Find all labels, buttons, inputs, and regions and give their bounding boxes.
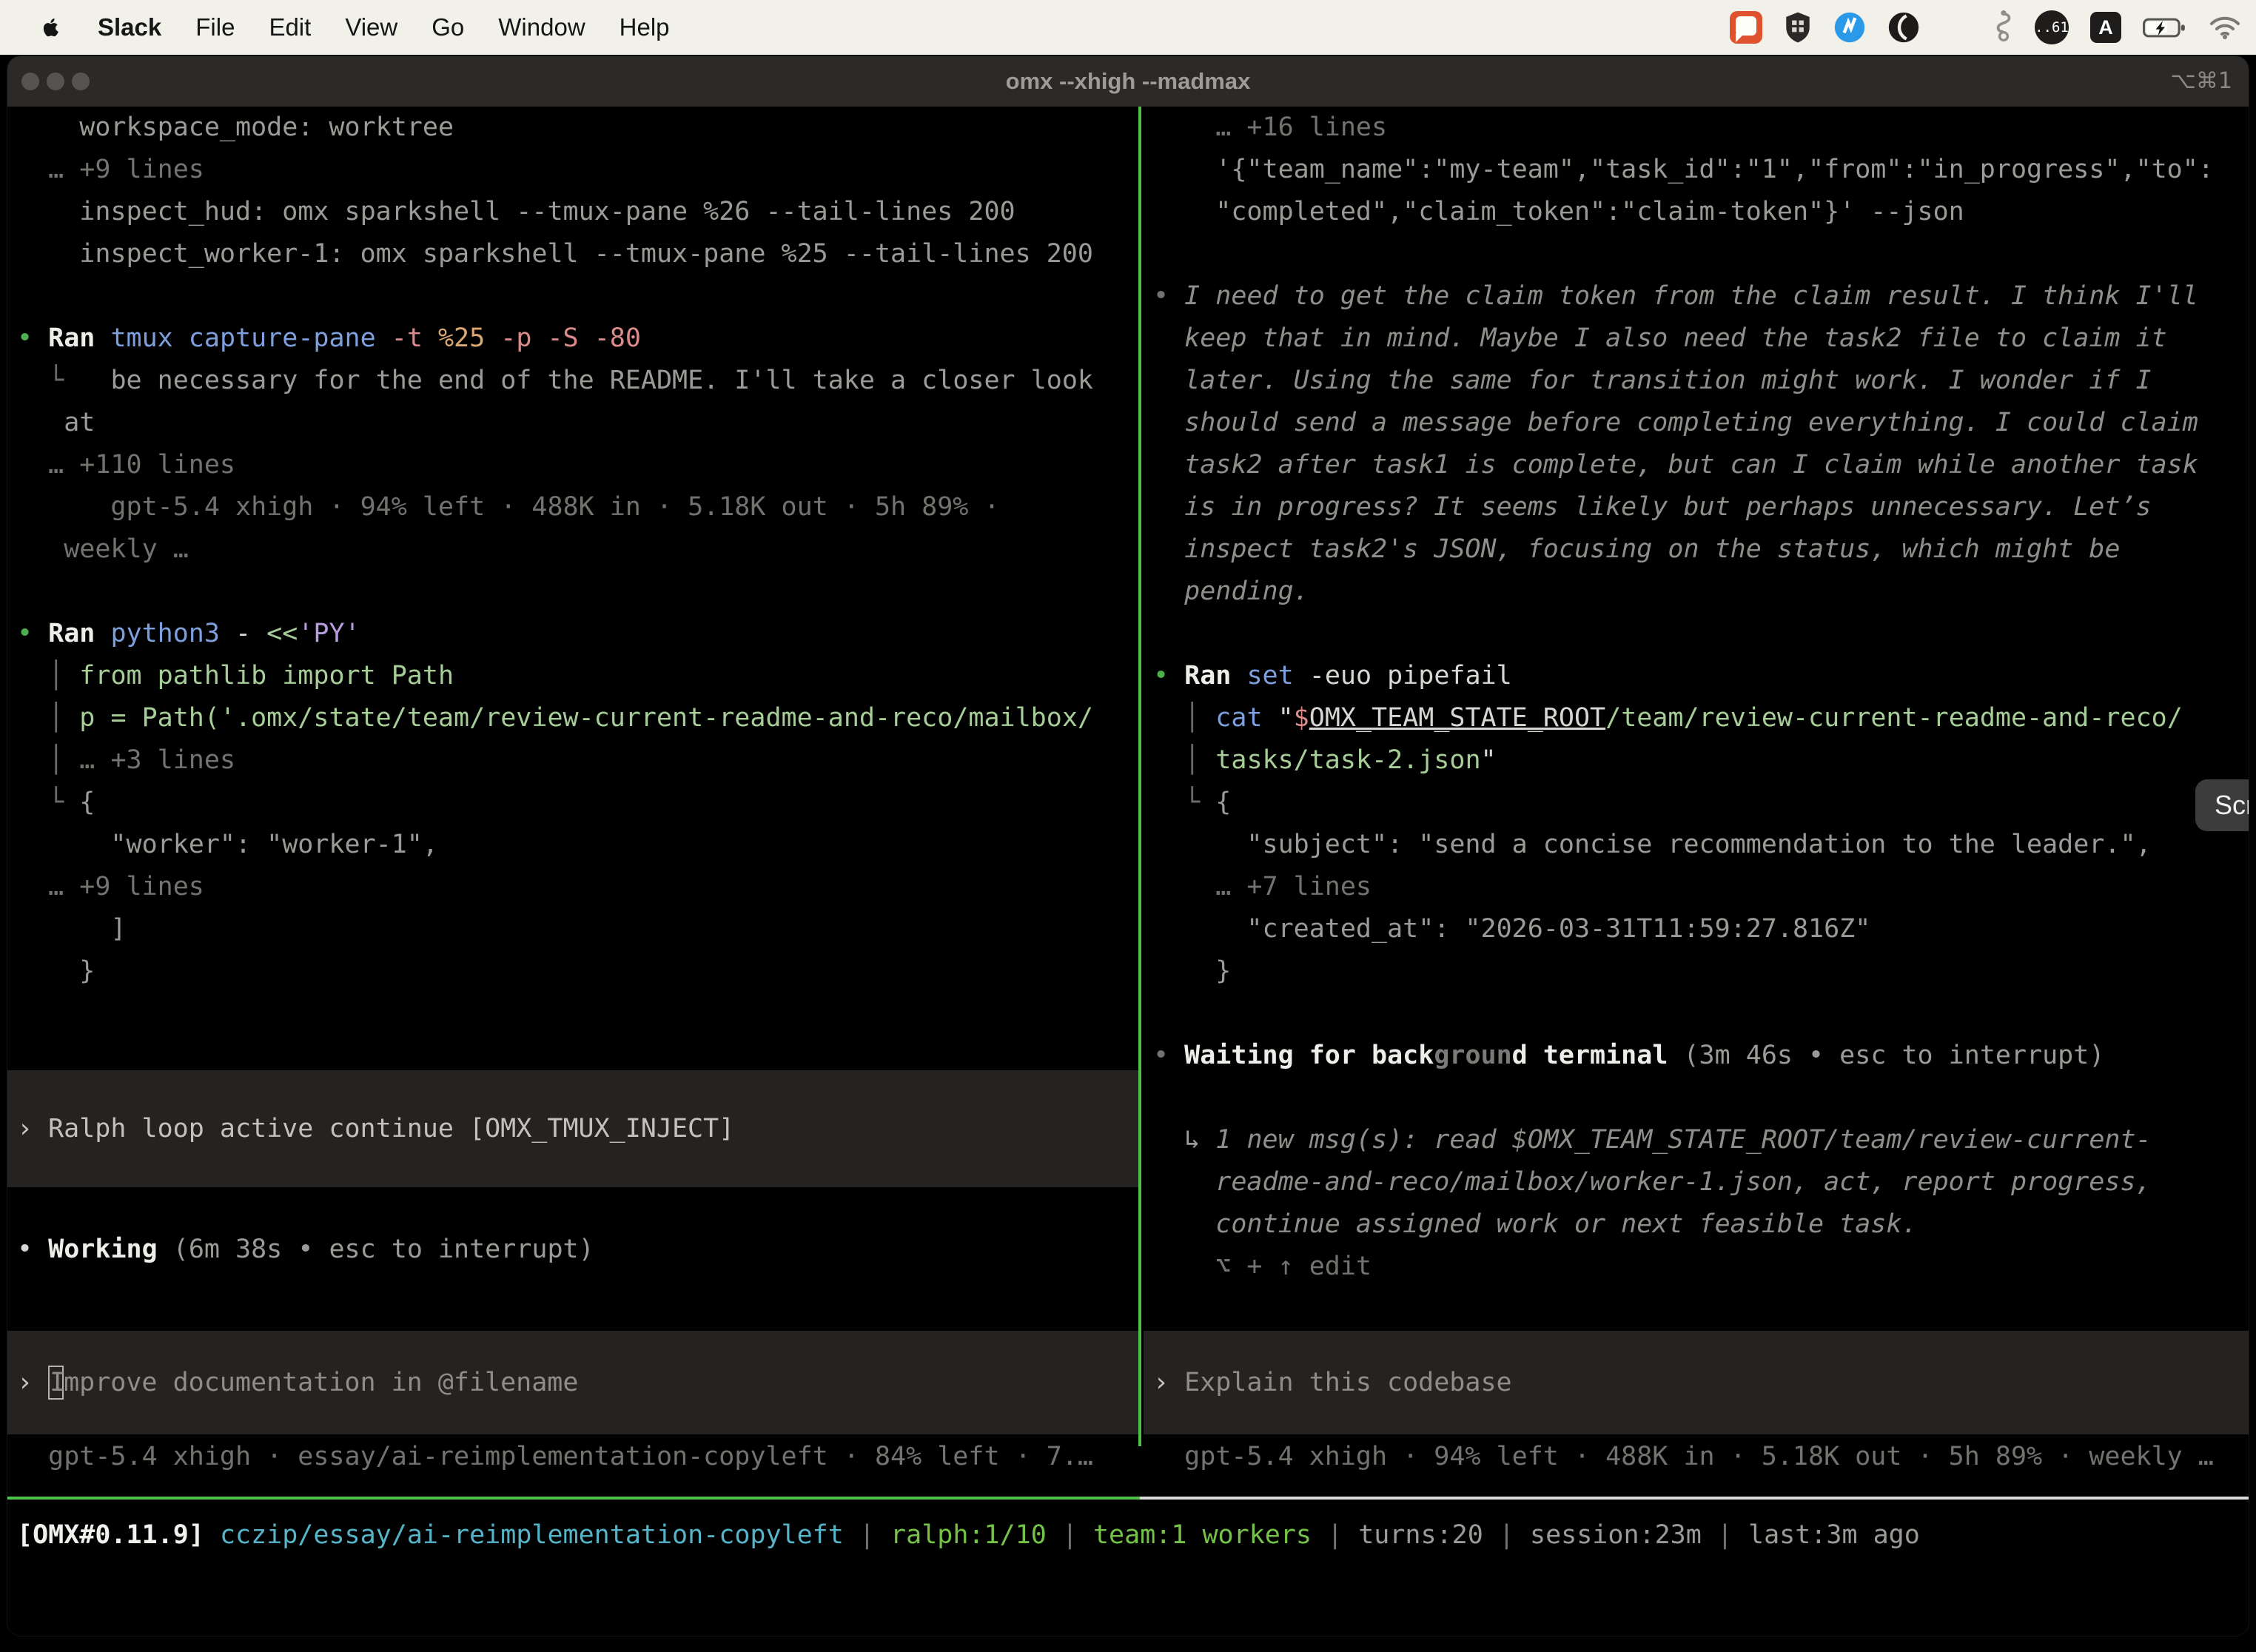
terminal-row: inspect_worker-1: omx sparkshell --tmux-… xyxy=(17,233,1138,275)
menu-item-window[interactable]: Window xyxy=(498,13,585,41)
terminal-row: • I need to get the claim token from the… xyxy=(1153,275,2249,318)
right-prompt-input[interactable]: › Explain this codebase xyxy=(1144,1331,2249,1434)
screen-overlay-tooltip: Scre xyxy=(2195,779,2249,831)
ralph-loop-text: Ralph loop active continue [OMX_TMUX_INJ… xyxy=(48,1108,734,1150)
menu-item-help[interactable]: Help xyxy=(620,13,670,41)
terminal-row: should send a message before completing … xyxy=(1153,402,2249,444)
shield-icon[interactable] xyxy=(1784,11,1812,44)
close-button[interactable] xyxy=(21,73,39,90)
window-title: omx --xhigh --madmax xyxy=(1006,68,1251,95)
terminal-row: • Working (6m 38s • esc to interrupt) xyxy=(17,1229,1138,1271)
terminal-row: │ cat "$OMX_TEAM_STATE_ROOT/team/review-… xyxy=(1153,697,2249,739)
terminal-row: … +16 lines xyxy=(1153,107,2249,149)
prompt-chevron-icon: › xyxy=(17,1108,33,1150)
terminal-row xyxy=(1153,613,2249,655)
dots-grid-icon[interactable] xyxy=(1941,12,1973,43)
apple-menu-icon[interactable] xyxy=(37,14,64,41)
chat-app-icon[interactable] xyxy=(1730,11,1762,44)
minimize-button[interactable] xyxy=(47,73,64,90)
left-pane-border xyxy=(7,1497,1140,1500)
menu-bar: Slack File Edit View Go Window Help ..61… xyxy=(0,0,2256,55)
left-input-placeholder: mprove documentation in @filename xyxy=(64,1362,578,1404)
zoom-button[interactable] xyxy=(72,73,90,90)
menu-item-view[interactable]: View xyxy=(345,13,397,41)
terminal-row: pending. xyxy=(1153,571,2249,613)
terminal-row: … +7 lines xyxy=(1153,866,2249,908)
terminal-row: at xyxy=(17,402,1138,444)
left-prompt-input[interactable]: › Improve documentation in @filename xyxy=(7,1331,1138,1434)
blue-badge-icon[interactable] xyxy=(1833,11,1866,44)
terminal-row: ⌥ + ↑ edit xyxy=(1153,1246,2249,1288)
terminal-row: inspect_hud: omx sparkshell --tmux-pane … xyxy=(17,191,1138,233)
terminal-row: └ be necessary for the end of the README… xyxy=(17,360,1138,402)
omx-status-bar: [OMX#0.11.9] cczip/essay/ai-reimplementa… xyxy=(7,1514,2249,1557)
terminal-row: keep that in mind. Maybe I also need the… xyxy=(1153,318,2249,360)
terminal-row: "worker": "worker-1", xyxy=(17,824,1138,866)
prompt-chevron-icon: › xyxy=(1153,1362,1169,1404)
terminal-row: inspect task2's JSON, focusing on the st… xyxy=(1153,528,2249,571)
working-status: • Working (6m 38s • esc to interrupt) xyxy=(7,1229,1138,1271)
terminal-row: │ p = Path('.omx/state/team/review-curre… xyxy=(17,697,1138,739)
terminal-row: … +110 lines xyxy=(17,444,1138,486)
hook-icon[interactable] xyxy=(1994,10,2013,45)
menu-item-go[interactable]: Go xyxy=(432,13,464,41)
terminal-row xyxy=(1153,1077,2249,1119)
wifi-icon[interactable] xyxy=(2209,15,2241,40)
right-pane-border xyxy=(1140,1497,2249,1500)
terminal-row: is in progress? It seems likely but perh… xyxy=(1153,486,2249,528)
terminal-row: readme-and-reco/mailbox/worker-1.json, a… xyxy=(1153,1161,2249,1203)
right-pane[interactable]: … +16 lines '{"team_name":"my-team","tas… xyxy=(1144,107,2249,1288)
terminal-row: └ { xyxy=(17,782,1138,824)
ralph-loop-banner: › Ralph loop active continue [OMX_TMUX_IN… xyxy=(7,1070,1138,1187)
battery-percent-badge[interactable]: ..61 xyxy=(2035,10,2069,44)
terminal-row xyxy=(1153,993,2249,1035)
terminal-row: "created_at": "2026-03-31T11:59:27.816Z" xyxy=(1153,908,2249,950)
terminal-row: weekly … xyxy=(17,528,1138,571)
terminal-window: omx --xhigh --madmax ⌥⌘1 workspace_mode:… xyxy=(7,56,2249,1636)
battery-icon[interactable] xyxy=(2143,16,2187,39)
input-source-icon[interactable]: A xyxy=(2090,12,2121,43)
window-shortcut: ⌥⌘1 xyxy=(2170,68,2232,94)
terminal-content: workspace_mode: worktree … +9 lines insp… xyxy=(7,107,2249,1636)
terminal-row xyxy=(1153,233,2249,275)
terminal-row: … +9 lines xyxy=(17,866,1138,908)
menu-item-file[interactable]: File xyxy=(195,13,235,41)
terminal-row: gpt-5.4 xhigh · 94% left · 488K in · 5.1… xyxy=(17,486,1138,528)
terminal-row: ] xyxy=(17,908,1138,950)
terminal-row: } xyxy=(17,950,1138,993)
terminal-row: │ from pathlib import Path xyxy=(17,655,1138,697)
terminal-row: "completed","claim_token":"claim-token"}… xyxy=(1153,191,2249,233)
terminal-row: • Ran set -euo pipefail xyxy=(1153,655,2249,697)
terminal-row: └ { xyxy=(1153,782,2249,824)
terminal-row: … +9 lines xyxy=(17,149,1138,191)
left-model-statusline: gpt-5.4 xhigh · essay/ai-reimplementatio… xyxy=(7,1436,1138,1478)
terminal-row: continue assigned work or next feasible … xyxy=(1153,1203,2249,1246)
terminal-row: task2 after task1 is complete, but can I… xyxy=(1153,444,2249,486)
pane-divider[interactable] xyxy=(1138,107,1141,1446)
terminal-row: later. Using the same for transition mig… xyxy=(1153,360,2249,402)
terminal-row xyxy=(17,571,1138,613)
terminal-row: ↳ 1 new msg(s): read $OMX_TEAM_STATE_ROO… xyxy=(1153,1119,2249,1161)
terminal-row: [OMX#0.11.9] cczip/essay/ai-reimplementa… xyxy=(17,1514,2249,1557)
right-model-statusline: gpt-5.4 xhigh · 94% left · 488K in · 5.1… xyxy=(1144,1436,2249,1478)
terminal-row: • Ran tmux capture-pane -t %25 -p -S -80 xyxy=(17,318,1138,360)
terminal-row xyxy=(17,275,1138,318)
terminal-row: • Waiting for background terminal (3m 46… xyxy=(1153,1035,2249,1077)
window-titlebar: omx --xhigh --madmax ⌥⌘1 xyxy=(7,56,2249,107)
moon-icon[interactable] xyxy=(1887,11,1920,44)
menu-item-edit[interactable]: Edit xyxy=(269,13,311,41)
prompt-chevron-icon: › xyxy=(17,1362,33,1404)
terminal-row: │ tasks/task-2.json" xyxy=(1153,739,2249,782)
terminal-row: } xyxy=(1153,950,2249,993)
terminal-row: workspace_mode: worktree xyxy=(17,107,1138,149)
text-cursor: I xyxy=(48,1366,64,1400)
terminal-row: '{"team_name":"my-team","task_id":"1","f… xyxy=(1153,149,2249,191)
menu-item-app[interactable]: Slack xyxy=(98,13,161,41)
terminal-row: │ … +3 lines xyxy=(17,739,1138,782)
terminal-row: • Ran python3 - <<'PY' xyxy=(17,613,1138,655)
terminal-row: "subject": "send a concise recommendatio… xyxy=(1153,824,2249,866)
right-input-placeholder: Explain this codebase xyxy=(1184,1362,1512,1404)
left-pane[interactable]: workspace_mode: worktree … +9 lines insp… xyxy=(7,107,1138,993)
